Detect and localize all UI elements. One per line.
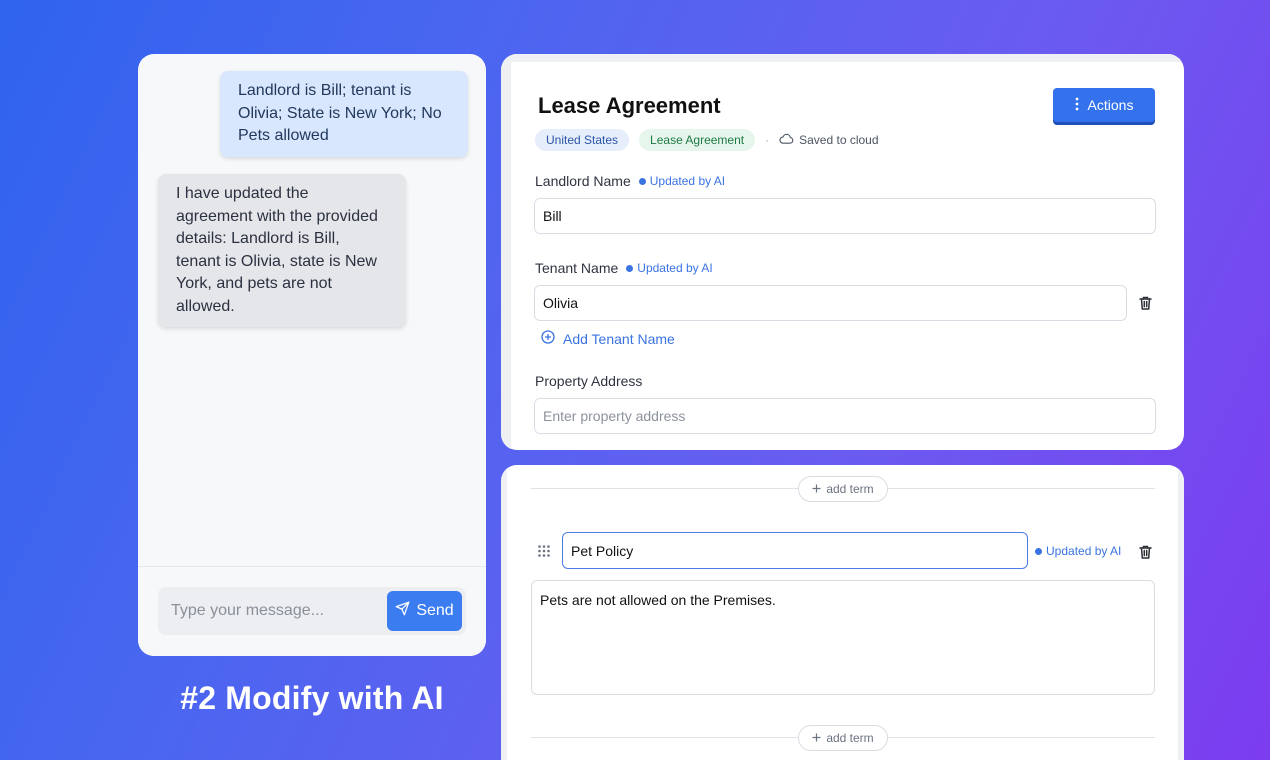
add-term-label: add term <box>826 482 874 496</box>
document-type-chip[interactable]: Lease Agreement <box>639 129 756 151</box>
landlord-name-label-text: Landlord Name <box>535 173 631 189</box>
chat-message-input[interactable] <box>158 587 384 635</box>
updated-by-ai-label: Updated by AI <box>1046 544 1122 558</box>
meta-separator: · <box>765 133 770 147</box>
property-address-label-text: Property Address <box>535 373 643 389</box>
ai-dot-icon <box>638 177 646 185</box>
updated-by-ai-label: Updated by AI <box>637 261 713 275</box>
updated-by-ai-tag: Updated by AI <box>1035 544 1121 558</box>
ai-dot-icon <box>1035 547 1042 555</box>
send-icon <box>395 601 410 621</box>
ai-dot-icon <box>626 264 634 272</box>
document-meta: United States Lease Agreement · Saved to… <box>535 129 879 151</box>
add-term-button[interactable]: add term <box>798 725 888 751</box>
updated-by-ai-tag: Updated by AI <box>626 261 713 275</box>
saved-status-label: Saved to cloud <box>799 133 879 147</box>
plus-circle-icon <box>541 330 555 347</box>
lease-form-card: Lease Agreement Actions United States Le… <box>501 54 1184 450</box>
drag-handle-icon[interactable] <box>537 544 551 558</box>
add-term-label: add term <box>826 731 874 745</box>
actions-button-label: Actions <box>1087 97 1134 113</box>
tenant-name-label: Tenant Name Updated by AI <box>535 260 713 276</box>
chat-input-wrapper: Send <box>158 587 466 635</box>
send-button[interactable]: Send <box>387 591 462 631</box>
term-title-input[interactable] <box>562 532 1028 569</box>
actions-button[interactable]: Actions <box>1053 88 1155 122</box>
chat-footer: Send <box>138 566 486 656</box>
plus-icon <box>812 482 821 496</box>
property-address-input[interactable] <box>534 398 1156 434</box>
chat-panel: Landlord is Bill; tenant is Olivia; Stat… <box>138 54 486 656</box>
add-term-button[interactable]: add term <box>798 476 888 502</box>
vertical-dots-icon <box>1075 97 1079 114</box>
ai-message: I have updated the agreement with the pr… <box>158 174 406 327</box>
landlord-name-label: Landlord Name Updated by AI <box>535 173 725 189</box>
add-tenant-name-label: Add Tenant Name <box>563 330 675 347</box>
add-tenant-name-button[interactable]: Add Tenant Name <box>541 330 675 347</box>
term-body-textarea[interactable]: Pets are not allowed on the Premises. <box>531 580 1155 695</box>
updated-by-ai-label: Updated by AI <box>649 174 726 188</box>
country-chip[interactable]: United States <box>535 129 630 151</box>
property-address-label: Property Address <box>535 373 642 389</box>
cloud-icon <box>779 133 794 147</box>
send-button-label: Send <box>416 602 454 619</box>
trash-icon[interactable] <box>1137 295 1153 311</box>
terms-card: add term Updated by AI Pets are not allo… <box>501 465 1184 760</box>
updated-by-ai-tag: Updated by AI <box>638 174 726 188</box>
add-term-divider-bottom: add term <box>531 725 1155 751</box>
add-term-divider-top: add term <box>531 476 1155 502</box>
user-message: Landlord is Bill; tenant is Olivia; Stat… <box>220 71 468 157</box>
tenant-name-label-text: Tenant Name <box>535 260 619 276</box>
trash-icon[interactable] <box>1137 544 1153 560</box>
plus-icon <box>812 731 821 745</box>
landlord-name-input[interactable] <box>534 198 1156 234</box>
saved-status: Saved to cloud <box>779 133 879 147</box>
document-title: Lease Agreement <box>538 93 721 118</box>
caption-title: #2 Modify with AI <box>180 680 444 716</box>
tenant-name-input[interactable] <box>534 285 1127 321</box>
